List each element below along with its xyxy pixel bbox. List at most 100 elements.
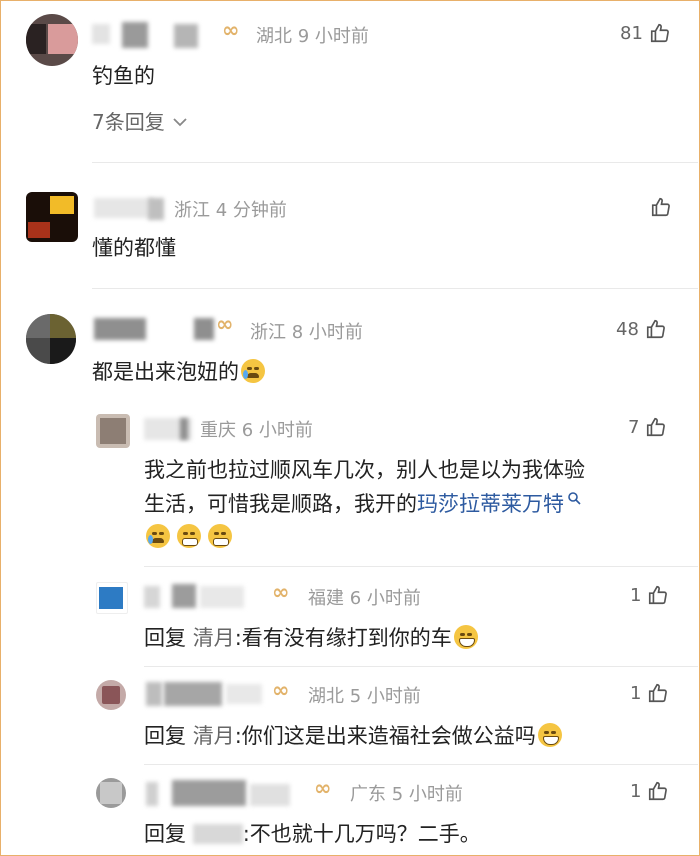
like-button[interactable]: 1 <box>630 584 669 606</box>
username-redacted[interactable] <box>250 784 290 806</box>
grimace-emoji-icon <box>177 524 202 548</box>
reply-to-user-link[interactable]: 清月 <box>193 626 235 650</box>
username-redacted[interactable] <box>92 24 110 44</box>
view-replies-button[interactable]: 7条回复 <box>92 106 187 135</box>
username-redacted[interactable] <box>174 24 198 48</box>
search-icon[interactable] <box>567 491 581 505</box>
timestamp: 4 分钟前 <box>215 200 287 221</box>
badge-icon: ∞ <box>222 18 239 42</box>
username-redacted[interactable] <box>146 782 158 806</box>
location: 广东 <box>350 784 386 805</box>
badge-icon: ∞ <box>272 580 289 604</box>
grimace-emoji-icon <box>208 524 233 548</box>
location: 浙江 <box>174 200 210 221</box>
username-redacted[interactable] <box>148 198 164 220</box>
username-redacted[interactable] <box>122 22 148 48</box>
like-count: 81 <box>620 22 643 44</box>
thumbs-up-icon <box>649 781 668 801</box>
timestamp: 9 小时前 <box>297 26 369 47</box>
reply-text: 回复 清月:你们这是出来造福社会做公益吗 <box>144 720 562 750</box>
divider <box>144 566 698 567</box>
emoji-row <box>144 524 233 548</box>
like-count: 1 <box>630 682 642 704</box>
laugh-cry-emoji-icon <box>241 359 265 383</box>
badge-icon: ∞ <box>216 312 233 336</box>
divider <box>92 162 698 163</box>
location: 福建 <box>308 588 344 609</box>
reply-text-line: 生活，可惜我是顺路，我开的玛莎拉蒂莱万特 <box>144 488 581 518</box>
reply-meta: 重庆 6 小时前 <box>200 416 313 442</box>
laugh-cry-emoji-icon <box>146 524 170 548</box>
location: 浙江 <box>250 322 286 343</box>
search-link[interactable]: 玛莎拉蒂莱万特 <box>417 492 564 516</box>
thumbs-up-icon <box>646 319 665 339</box>
timestamp: 5 小时前 <box>391 784 463 805</box>
thumbs-up-icon <box>649 585 668 605</box>
thumbs-up-icon <box>651 197 670 217</box>
avatar[interactable] <box>96 680 126 710</box>
grin-emoji-icon <box>453 625 478 649</box>
username-redacted[interactable] <box>172 584 196 608</box>
username-redacted[interactable] <box>194 318 214 340</box>
reply-meta: 福建 6 小时前 <box>308 584 421 610</box>
avatar[interactable] <box>26 14 78 66</box>
username-redacted[interactable] <box>226 684 262 704</box>
reply-content: :不也就十几万吗？二手。 <box>242 822 481 846</box>
reply-content: :看有没有缘打到你的车 <box>234 626 452 650</box>
avatar[interactable] <box>96 778 126 808</box>
reply-to-user-link[interactable]: 清月 <box>193 724 235 748</box>
timestamp: 8 小时前 <box>291 322 363 343</box>
reply-to-user-redacted[interactable] <box>192 824 243 844</box>
comment-text: 钓鱼的 <box>92 64 155 88</box>
grin-emoji-icon <box>537 723 562 747</box>
reply-prefix: 回复 <box>144 724 186 748</box>
replies-label: 7条回复 <box>92 110 165 134</box>
like-count: 1 <box>630 780 642 802</box>
timestamp: 6 小时前 <box>349 588 421 609</box>
username-redacted[interactable] <box>94 198 154 218</box>
thumbs-up-icon <box>647 417 666 437</box>
username-redacted[interactable] <box>172 780 246 806</box>
username-redacted[interactable] <box>164 682 222 706</box>
reply-text-line: 我之前也拉过顺风车几次，别人也是以为我体验 <box>144 458 585 482</box>
like-count: 7 <box>628 416 640 438</box>
timestamp: 5 小时前 <box>349 686 421 707</box>
chevron-down-icon <box>173 118 187 127</box>
comment-meta: 浙江 4 分钟前 <box>174 196 287 222</box>
avatar[interactable] <box>96 582 128 614</box>
divider <box>92 288 698 289</box>
comment-meta: 湖北 9 小时前 <box>256 22 369 48</box>
avatar[interactable] <box>96 414 130 448</box>
thumbs-up-icon <box>650 23 669 43</box>
comment-text: 懂的都懂 <box>92 236 176 260</box>
reply-prefix: 回复 <box>144 626 186 650</box>
thumbs-up-icon <box>649 683 668 703</box>
like-button[interactable]: 7 <box>628 416 667 438</box>
username-redacted[interactable] <box>94 318 146 340</box>
location: 重庆 <box>200 420 236 441</box>
badge-icon: ∞ <box>314 776 331 800</box>
reply-text: 回复 :不也就十几万吗？二手。 <box>144 818 481 848</box>
like-button[interactable]: 1 <box>630 682 669 704</box>
reply-prefix: 回复 <box>144 822 186 846</box>
avatar[interactable] <box>26 192 78 242</box>
badge-icon: ∞ <box>272 678 289 702</box>
like-button[interactable]: 81 <box>620 22 671 44</box>
like-count: 48 <box>616 318 639 340</box>
location: 湖北 <box>256 26 292 47</box>
reply-text: 回复 清月:看有没有缘打到你的车 <box>144 622 478 652</box>
like-button[interactable] <box>650 196 672 218</box>
like-button[interactable]: 1 <box>630 780 669 802</box>
comment-meta: 浙江 8 小时前 <box>250 318 363 344</box>
username-redacted[interactable] <box>200 586 244 608</box>
comment-text: 都是出来泡妞的 <box>92 356 265 386</box>
username-redacted[interactable] <box>180 418 188 440</box>
avatar[interactable] <box>26 314 76 364</box>
username-redacted[interactable] <box>146 682 162 706</box>
like-button[interactable]: 48 <box>616 318 667 340</box>
divider <box>144 764 698 765</box>
username-redacted[interactable] <box>144 586 160 608</box>
location: 湖北 <box>308 686 344 707</box>
timestamp: 6 小时前 <box>241 420 313 441</box>
like-count: 1 <box>630 584 642 606</box>
